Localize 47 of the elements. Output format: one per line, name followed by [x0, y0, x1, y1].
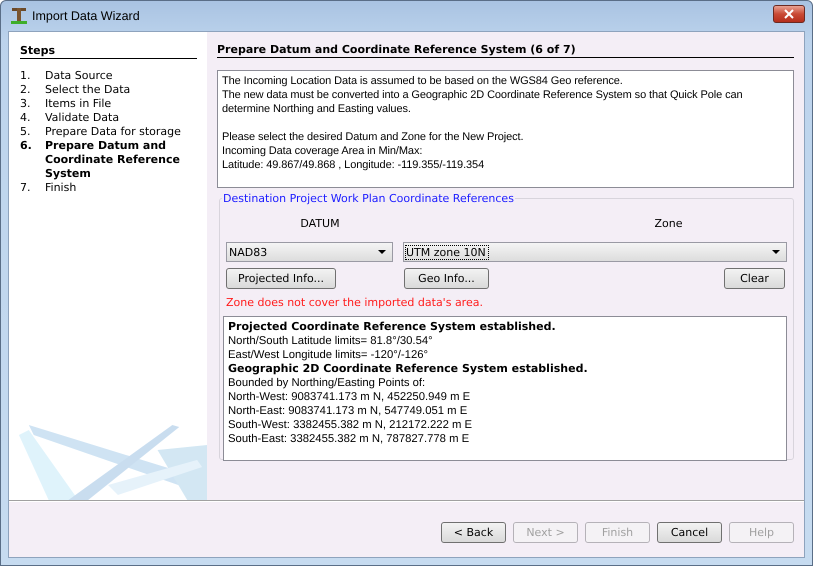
- steps-heading: Steps: [20, 44, 197, 59]
- step-label: Prepare Data for storage: [45, 125, 182, 139]
- datum-label: DATUM: [299, 217, 341, 231]
- intro-line: The new data must be converted into a Geographic 2D Coordinate Reference System so that Quick Pole can determine Northing and Easting values.: [222, 88, 744, 116]
- geo-info-button[interactable]: Geo Info...: [404, 268, 489, 289]
- step-number: 5.: [20, 125, 32, 139]
- step-number: 4.: [20, 111, 32, 125]
- intro-line: Incoming Data coverage Area in Min/Max:: [222, 144, 424, 158]
- step-number: 6.: [20, 139, 33, 154]
- group-title: Destination Project Work Plan Coordinate References: [222, 192, 515, 205]
- caret-icon: [378, 250, 386, 254]
- step-label: Validate Data: [45, 111, 120, 125]
- result-line: Bounded by Northing/Easting Points of:: [228, 376, 426, 390]
- result-line: East/West Longitude limits= -120°/-126°: [228, 348, 430, 362]
- result-line: North-West: 9083741.173 m N, 452250.949 m E: [228, 390, 472, 404]
- intro-line: Please select the desired Datum and Zone for the New Project.: [222, 130, 524, 144]
- result-line: Geographic 2D Coordinate Reference System established.: [228, 362, 589, 376]
- result-line: North/South Latitude limits= 81.8°/30.54°: [228, 334, 434, 348]
- intro-line: The Incoming Location Data is assumed to be based on the WGS84 Geo reference.: [222, 74, 624, 88]
- projected-info-button[interactable]: Projected Info...: [226, 268, 336, 289]
- step-label: Finish: [45, 181, 78, 195]
- step-label: Items in File: [45, 97, 112, 111]
- step-number: 3.: [20, 97, 32, 111]
- wizard-button[interactable]: Cancel: [657, 522, 722, 542]
- result-line: North-East: 9083741.173 m N, 547749.051 m E: [228, 404, 468, 418]
- zone-label: Zone: [653, 217, 684, 231]
- result-line: South-West: 3382455.382 m N, 212172.222 m E: [228, 418, 474, 432]
- intro-line: Latitude: 49.867/49.868 , Longitude: -119.355/-119.354: [222, 158, 486, 172]
- result-line: Projected Coordinate Reference System established.: [228, 320, 557, 334]
- clear-button[interactable]: Clear: [724, 268, 785, 289]
- result-line: South-East: 3382455.382 m N, 787827.778 m E: [228, 432, 470, 446]
- window-title: Import Data Wizard: [32, 9, 140, 23]
- app-icon: [11, 7, 27, 25]
- zone-dropdown[interactable]: UTM zone 10N: [403, 242, 787, 262]
- datum-dropdown[interactable]: NAD83: [226, 242, 393, 262]
- close-icon: [784, 9, 794, 19]
- close-button[interactable]: [773, 5, 805, 23]
- step-label: Data Source: [45, 69, 114, 83]
- step-number: 7.: [20, 181, 32, 195]
- wizard-button[interactable]: < Back: [441, 522, 506, 542]
- step-label: Select the Data: [45, 83, 132, 97]
- step-label: Prepare Datum and Coordinate Reference System: [45, 139, 181, 181]
- page-heading: Prepare Datum and Coordinate Reference System (6 of 7): [217, 43, 794, 58]
- caret-icon: [772, 250, 780, 254]
- step-number: 2.: [20, 83, 32, 97]
- error-message: Zone does not cover the imported data's area.: [226, 296, 484, 310]
- step-number: 1.: [20, 69, 32, 83]
